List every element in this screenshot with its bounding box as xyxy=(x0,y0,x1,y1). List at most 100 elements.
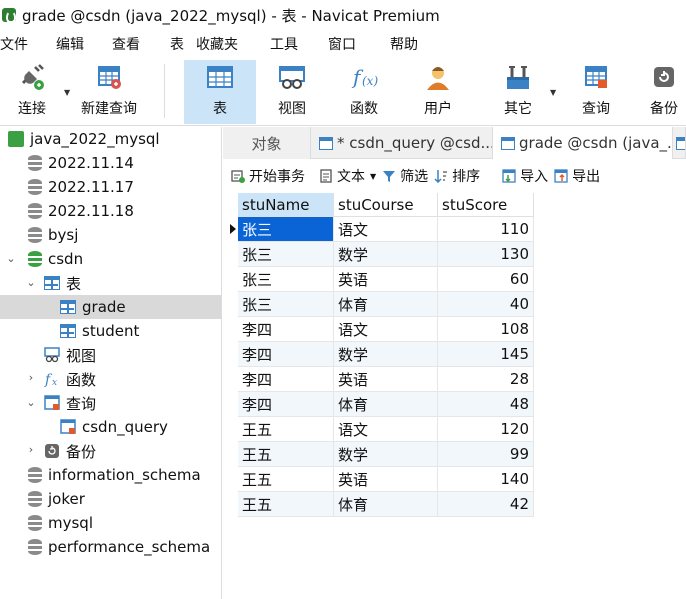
cell-stucourse[interactable]: 体育 xyxy=(334,292,438,317)
row-header[interactable] xyxy=(228,267,238,292)
menu-edit[interactable]: 编辑 xyxy=(56,34,84,54)
connect-button[interactable]: 连接 xyxy=(4,60,60,124)
cell-stucourse[interactable]: 数学 xyxy=(334,242,438,267)
cell-stuscore[interactable]: 60 xyxy=(438,267,534,292)
table-row[interactable]: 王五 数学 99 xyxy=(228,442,534,467)
row-header[interactable] xyxy=(228,242,238,267)
cell-stuname[interactable]: 李四 xyxy=(238,392,334,417)
expand-chevron-right-icon[interactable]: › xyxy=(26,372,36,383)
menu-tools[interactable]: 工具 xyxy=(270,34,298,54)
cell-stucourse[interactable]: 数学 xyxy=(334,442,438,467)
row-header[interactable] xyxy=(228,217,238,242)
cell-stuscore[interactable]: 40 xyxy=(438,292,534,317)
text-button[interactable]: 文本 ▼ xyxy=(319,166,376,186)
cell-stuscore[interactable]: 42 xyxy=(438,492,534,517)
cell-stuname[interactable]: 张三 xyxy=(238,292,334,317)
menu-window[interactable]: 窗口 xyxy=(328,34,356,54)
cell-stucourse[interactable]: 英语 xyxy=(334,267,438,292)
tree-group-queries[interactable]: ⌄ 查询 xyxy=(0,391,221,415)
cell-stuname[interactable]: 王五 xyxy=(238,442,334,467)
filter-button[interactable]: 筛选 xyxy=(382,166,428,186)
cell-stuname[interactable]: 张三 xyxy=(238,267,334,292)
menu-file[interactable]: 文件 xyxy=(0,34,28,54)
cell-stuscore[interactable]: 28 xyxy=(438,367,534,392)
other-dropdown-icon[interactable]: ▼ xyxy=(550,88,556,97)
user-button[interactable]: 用户 xyxy=(408,60,468,124)
table-row[interactable]: 张三 英语 60 xyxy=(228,267,534,292)
tree-table-grade[interactable]: grade xyxy=(0,295,221,319)
row-header[interactable] xyxy=(228,492,238,517)
table-row[interactable]: 王五 体育 42 xyxy=(228,492,534,517)
cell-stuname[interactable]: 王五 xyxy=(238,417,334,442)
cell-stuname[interactable]: 李四 xyxy=(238,367,334,392)
tree-db-2022-11-17[interactable]: 2022.11.17 xyxy=(0,175,221,199)
cell-stuname[interactable]: 李四 xyxy=(238,342,334,367)
cell-stucourse[interactable]: 语文 xyxy=(334,417,438,442)
tab-objects[interactable]: 对象 xyxy=(223,127,311,159)
table-row[interactable]: 张三 体育 40 xyxy=(228,292,534,317)
table-row[interactable]: 李四 语文 108 xyxy=(228,317,534,342)
tree-db-2022-11-14[interactable]: 2022.11.14 xyxy=(0,151,221,175)
cell-stucourse[interactable]: 英语 xyxy=(334,367,438,392)
expand-chevron-down-icon[interactable]: ⌄ xyxy=(26,397,36,408)
row-header[interactable] xyxy=(228,317,238,342)
cell-stuname[interactable]: 王五 xyxy=(238,492,334,517)
menu-table[interactable]: 表 xyxy=(170,34,184,54)
import-button[interactable]: 导入 xyxy=(502,166,548,186)
cell-stuscore[interactable]: 108 xyxy=(438,317,534,342)
tree-group-backups[interactable]: › 备份 xyxy=(0,439,221,463)
cell-stuname[interactable]: 张三 xyxy=(238,217,334,242)
table-row[interactable]: 李四 数学 145 xyxy=(228,342,534,367)
cell-stuscore[interactable]: 99 xyxy=(438,442,534,467)
cell-stuscore[interactable]: 140 xyxy=(438,467,534,492)
tree-group-tables[interactable]: ⌄ 表 xyxy=(0,271,221,295)
view-button[interactable]: 视图 xyxy=(262,60,322,124)
sort-button[interactable]: 排序 xyxy=(434,166,480,186)
expand-chevron-down-icon[interactable]: ⌄ xyxy=(26,277,36,288)
table-button[interactable]: 表 xyxy=(184,60,256,124)
table-row[interactable]: 李四 英语 28 xyxy=(228,367,534,392)
query-button[interactable]: 查询 xyxy=(566,60,626,124)
tree-query-csdn-query[interactable]: csdn_query xyxy=(0,415,221,439)
backup-button[interactable]: 备份 xyxy=(642,60,686,124)
column-header-stuname[interactable]: stuName xyxy=(238,193,334,217)
cell-stucourse[interactable]: 语文 xyxy=(334,217,438,242)
expand-chevron-right-icon[interactable]: › xyxy=(26,444,36,455)
cell-stuscore[interactable]: 110 xyxy=(438,217,534,242)
menu-help[interactable]: 帮助 xyxy=(390,34,418,54)
function-button[interactable]: f (x) 函数 xyxy=(334,60,394,124)
cell-stuscore[interactable]: 120 xyxy=(438,417,534,442)
tree-db-joker[interactable]: joker xyxy=(0,487,221,511)
row-header[interactable] xyxy=(228,342,238,367)
table-row[interactable]: 张三 数学 130 xyxy=(228,242,534,267)
expand-chevron-down-icon[interactable]: ⌄ xyxy=(6,253,16,264)
row-header[interactable] xyxy=(228,292,238,317)
export-button[interactable]: 导出 xyxy=(554,166,600,186)
tab-overflow[interactable] xyxy=(673,127,686,159)
cell-stuscore[interactable]: 48 xyxy=(438,392,534,417)
column-header-stuscore[interactable]: stuScore xyxy=(438,193,534,217)
other-button[interactable]: 其它 xyxy=(488,60,548,124)
cell-stucourse[interactable]: 英语 xyxy=(334,467,438,492)
new-query-button[interactable]: 新建查询 xyxy=(76,60,142,124)
row-header[interactable] xyxy=(228,367,238,392)
cell-stucourse[interactable]: 体育 xyxy=(334,392,438,417)
row-header[interactable] xyxy=(228,392,238,417)
tree-db-csdn[interactable]: ⌄ csdn xyxy=(0,247,221,271)
menu-view[interactable]: 查看 xyxy=(112,34,140,54)
table-row[interactable]: 王五 语文 120 xyxy=(228,417,534,442)
row-header[interactable] xyxy=(228,467,238,492)
tree-table-student[interactable]: student xyxy=(0,319,221,343)
cell-stuname[interactable]: 张三 xyxy=(238,242,334,267)
tab-grade[interactable]: grade @csdn (java_... xyxy=(493,127,673,159)
tree-db-bysj[interactable]: bysj xyxy=(0,223,221,247)
tree-db-2022-11-18[interactable]: 2022.11.18 xyxy=(0,199,221,223)
tree-db-performance-schema[interactable]: performance_schema xyxy=(0,535,221,559)
text-dropdown-icon[interactable]: ▼ xyxy=(370,172,376,181)
tree-connection[interactable]: java_2022_mysql xyxy=(0,127,221,151)
cell-stuname[interactable]: 李四 xyxy=(238,317,334,342)
tree-db-mysql[interactable]: mysql xyxy=(0,511,221,535)
row-header[interactable] xyxy=(228,442,238,467)
column-header-stucourse[interactable]: stuCourse xyxy=(334,193,438,217)
begin-transaction-button[interactable]: 开始事务 xyxy=(231,166,305,186)
